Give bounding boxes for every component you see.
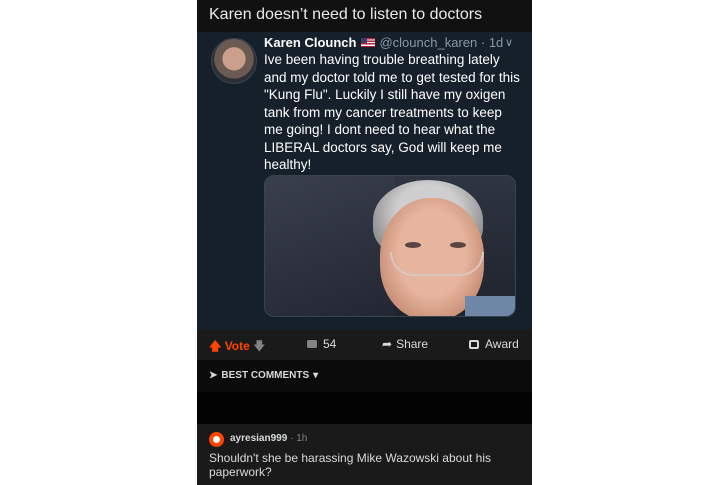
comments-count: 54 [323, 337, 337, 351]
tweet-time: 1d [488, 35, 504, 50]
photo-shirt [465, 296, 515, 316]
comment-separator: · [290, 433, 294, 444]
comment-item[interactable]: ayresian999 · 1h Shouldn't she be harass… [197, 424, 532, 485]
share-button[interactable]: ➦ Share [382, 337, 428, 351]
downvote-icon[interactable]: 🡇 [253, 339, 265, 353]
rocket-icon: ➤ [209, 370, 218, 381]
post-actions-bar: 🡅 Vote 🡇 54 ➦ Share Award [197, 330, 532, 360]
tweet-header: Karen Clounch @clounch_karen · 1d [264, 35, 503, 50]
comment-meta: ayresian999 · 1h [230, 433, 307, 444]
tweet-author-handle[interactable]: @clounch_karen [379, 35, 477, 50]
comment-username[interactable]: ayresian999 [230, 433, 287, 444]
tweet-author-avatar[interactable] [211, 38, 257, 84]
section-divider [197, 392, 532, 424]
comment-icon [307, 340, 317, 348]
comments-button[interactable]: 54 [307, 337, 336, 351]
user-avatar-icon[interactable] [209, 432, 224, 447]
share-icon: ➦ [382, 337, 393, 351]
photo-oxygen-tube [390, 252, 484, 276]
comment-text: Shouldn't she be harassing Mike Wazowski… [209, 451, 491, 479]
award-label: Award [485, 337, 519, 351]
comment-sort-button[interactable]: ➤ BEST COMMENTS ▾ [209, 370, 318, 381]
post-title[interactable]: Karen doesn’t need to listen to doctors [197, 0, 532, 32]
award-button[interactable]: Award [469, 337, 519, 351]
upvote-icon[interactable]: 🡅 [209, 339, 221, 353]
tweet-separator: · [480, 35, 486, 50]
comment-sort-label: BEST COMMENTS [221, 370, 310, 381]
comment-time: 1h [296, 433, 308, 444]
tweet-text: Ive been having trouble breathing lately… [264, 52, 520, 172]
chevron-down-icon[interactable]: ∨ [505, 36, 513, 49]
photo-eye-left [405, 242, 421, 248]
photo-eye-right [450, 242, 466, 248]
vote-label: Vote [224, 339, 250, 353]
award-icon [469, 340, 479, 349]
photo-background [265, 176, 395, 316]
comment-sort-bar: ➤ BEST COMMENTS ▾ [197, 360, 532, 392]
tweet-author-name[interactable]: Karen Clounch [264, 35, 356, 50]
tweet-photo[interactable] [264, 175, 516, 317]
us-flag-icon [361, 38, 376, 47]
embedded-tweet[interactable]: Karen Clounch @clounch_karen · 1d ∨ Ive b… [197, 32, 532, 330]
chevron-down-icon: ▾ [313, 370, 319, 381]
vote-control: 🡅 Vote 🡇 [209, 337, 266, 358]
share-label: Share [396, 337, 429, 351]
post-screen: Karen doesn’t need to listen to doctors … [197, 0, 532, 485]
